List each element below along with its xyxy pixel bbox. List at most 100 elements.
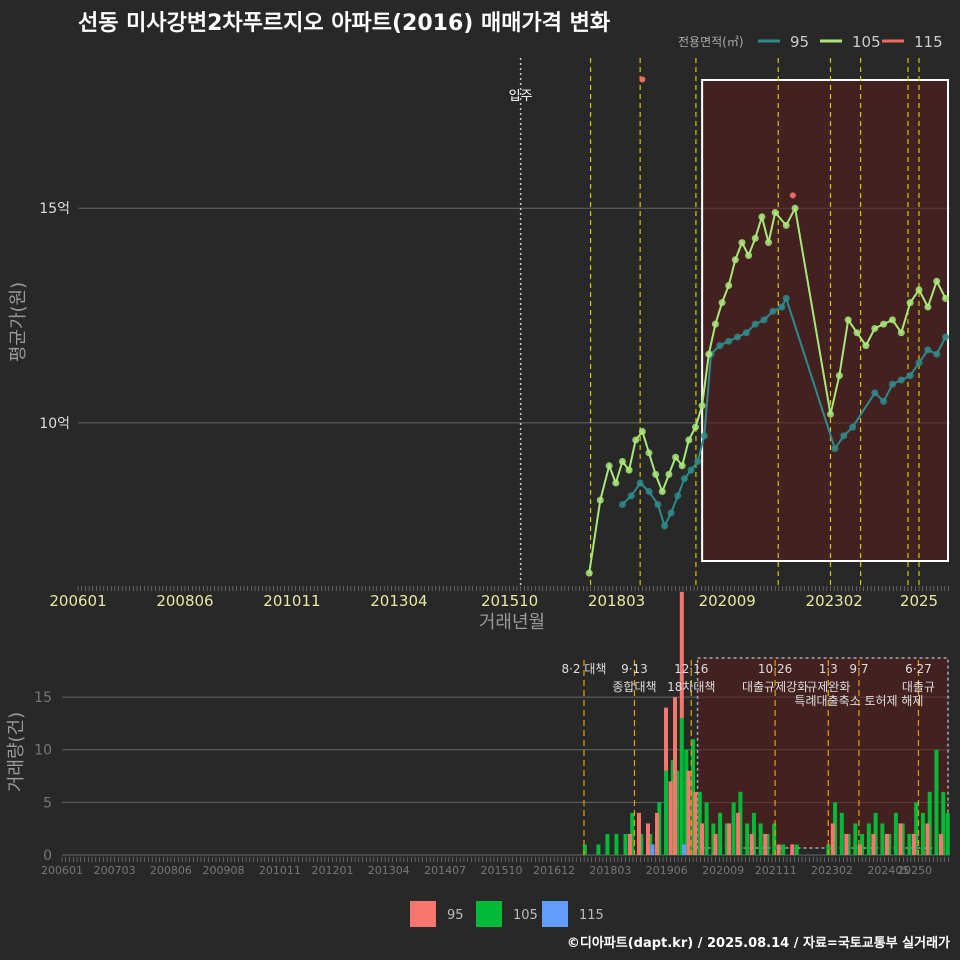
x-axis-title: 거래년월 bbox=[479, 612, 545, 633]
y-tick-label-volume: 0 bbox=[43, 848, 52, 864]
price-plot-panel: 10억 15억 입주 200601 200806 201011 201304 201510 20… bbox=[8, 58, 950, 633]
data-point-95 bbox=[831, 445, 839, 453]
x-tick-label: 200601 bbox=[49, 592, 106, 610]
data-point-105 bbox=[718, 299, 726, 307]
data-point-105 bbox=[897, 329, 905, 337]
volume-bar-95 bbox=[645, 823, 650, 855]
legend-label-95: 95 bbox=[790, 33, 809, 51]
volume-bar-105 bbox=[718, 812, 723, 855]
x-tick-label-volume: 201407 bbox=[424, 864, 466, 877]
volume-plot-panel: 0 5 10 15 8·2 대책 9·13 종합대책 12·16 18차대책 10·26 대출규제강… bbox=[6, 591, 950, 877]
x-tick-label: 2025 bbox=[900, 592, 938, 610]
data-point-105 bbox=[880, 320, 888, 328]
y-axis-title: 평균가(원) bbox=[8, 282, 29, 362]
x-tick-label: 200806 bbox=[156, 592, 213, 610]
policy-sublabel: 특례대출축소 토허제 해제 bbox=[794, 694, 923, 708]
data-point-95 bbox=[933, 350, 941, 358]
volume-bar-95 bbox=[673, 697, 678, 855]
y-tick-label-volume: 10 bbox=[34, 743, 52, 759]
legend-title: 전용면적(㎡) bbox=[678, 35, 744, 49]
x-tick-label: 202302 bbox=[806, 592, 863, 610]
data-point-95 bbox=[942, 333, 950, 341]
y-tick-label: 15억 bbox=[39, 201, 70, 217]
data-point-105 bbox=[658, 488, 666, 496]
volume-bar-105 bbox=[839, 812, 844, 855]
volume-bar-95 bbox=[790, 844, 795, 855]
data-point-95 bbox=[654, 500, 662, 508]
volume-bar-105 bbox=[596, 844, 601, 855]
data-point-95 bbox=[880, 397, 888, 405]
x-tick-label-volume: 200601 bbox=[41, 864, 83, 877]
x-tick-label-volume: 200703 bbox=[94, 864, 136, 877]
legend-label-105: 105 bbox=[852, 33, 881, 51]
policy-label: 9·7 bbox=[849, 662, 868, 676]
data-point-105 bbox=[751, 234, 759, 242]
data-point-105 bbox=[888, 316, 896, 324]
x-tick-label-volume: 202009 bbox=[702, 864, 744, 877]
data-point-105 bbox=[672, 453, 680, 461]
data-point-105 bbox=[691, 423, 699, 431]
data-point-105 bbox=[745, 251, 753, 259]
policy-label: 9·13 bbox=[621, 662, 648, 676]
data-point-105 bbox=[698, 402, 706, 410]
volume-bar-105 bbox=[853, 823, 858, 855]
volume-bar-95 bbox=[925, 823, 930, 855]
footer-credit: ©디아파트(dapt.kr) / 2025.08.14 / 자료=국토교통부 실… bbox=[567, 935, 950, 951]
data-point-95 bbox=[751, 320, 759, 328]
x-tick-label-volume: 201510 bbox=[480, 864, 522, 877]
volume-bar-95 bbox=[679, 591, 684, 719]
volume-bar-105 bbox=[731, 802, 736, 855]
x-tick-label-volume: 202302 bbox=[811, 864, 853, 877]
volume-bar-95 bbox=[668, 781, 673, 855]
data-point-105 bbox=[782, 221, 790, 229]
data-point-105 bbox=[612, 479, 620, 487]
volume-bar-95 bbox=[636, 812, 641, 855]
data-point-105 bbox=[765, 239, 773, 247]
data-point-95 bbox=[680, 475, 688, 483]
volume-bar-95 bbox=[871, 833, 876, 855]
data-point-95 bbox=[742, 329, 750, 337]
y-tick-label: 10억 bbox=[39, 416, 70, 432]
data-point-95 bbox=[618, 500, 626, 508]
policy-sublabel: 대출규제강화 bbox=[742, 680, 808, 694]
volume-bar-105 bbox=[934, 749, 939, 855]
price-chart-figure: 선동 미사강변2차푸르지오 아파트(2016) 매매가격 변화 전용면적(㎡) … bbox=[6, 11, 950, 951]
policy-sublabel: 대출규 bbox=[902, 680, 935, 694]
volume-bar-95 bbox=[736, 812, 741, 855]
data-point-95 bbox=[694, 458, 702, 466]
data-point-105 bbox=[906, 299, 914, 307]
data-point-105 bbox=[605, 462, 613, 470]
data-point-105 bbox=[678, 462, 686, 470]
data-point-105 bbox=[705, 350, 713, 358]
y-axis-title-volume: 거래량(건) bbox=[6, 712, 27, 792]
legend-bottom: 95 105 115 bbox=[410, 901, 604, 927]
data-point-105 bbox=[942, 294, 950, 302]
volume-bar-105 bbox=[945, 812, 950, 855]
volume-bar-95 bbox=[763, 833, 768, 855]
chart-title: 선동 미사강변2차푸르지오 아파트(2016) 매매가격 변화 bbox=[78, 11, 610, 36]
volume-bar-105 bbox=[781, 844, 786, 855]
volume-bar-105 bbox=[907, 833, 912, 855]
data-point-95 bbox=[915, 359, 923, 367]
volume-bar-95 bbox=[911, 833, 916, 855]
data-point-95 bbox=[849, 423, 857, 431]
data-point-95 bbox=[674, 492, 682, 500]
legend-label-115: 115 bbox=[914, 33, 943, 51]
policy-label: 12·16 bbox=[674, 662, 708, 676]
data-point-105 bbox=[665, 470, 673, 478]
legend-swatch-volume-115 bbox=[542, 901, 568, 927]
legend-top: 전용면적(㎡) 95 105 115 bbox=[678, 33, 943, 51]
data-point-95 bbox=[782, 294, 790, 302]
volume-bar-105 bbox=[614, 833, 619, 855]
volume-bar-95 bbox=[830, 823, 835, 855]
x-tick-label-volume: 200806 bbox=[150, 864, 192, 877]
data-point-105 bbox=[685, 436, 693, 444]
data-point-105 bbox=[596, 496, 604, 504]
data-point-105 bbox=[731, 256, 739, 264]
volume-bar-105 bbox=[758, 823, 763, 855]
data-point-95 bbox=[687, 466, 695, 474]
data-point-105 bbox=[771, 209, 779, 217]
policy-sublabel: 종합대책 bbox=[612, 679, 656, 694]
data-point-105 bbox=[585, 569, 593, 577]
volume-bar-105 bbox=[893, 812, 898, 855]
